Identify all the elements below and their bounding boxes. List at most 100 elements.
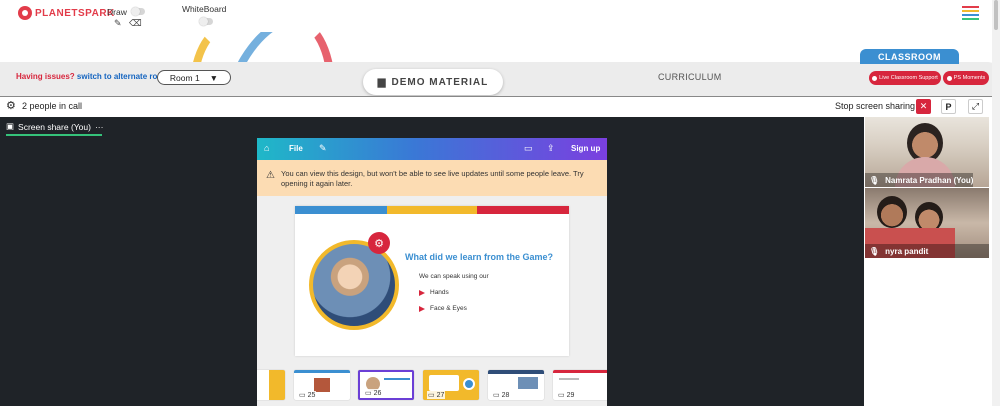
tab-underline: [6, 134, 102, 136]
caret-down-icon: ▼: [209, 72, 219, 83]
slide-thumbnail[interactable]: ▭ 25: [294, 370, 350, 400]
thumb-number: ▭ 26: [364, 389, 383, 397]
canva-toolbar: ⌂ File ✎ ▭ ⇪ Sign up: [257, 138, 607, 160]
thumb-art: [553, 370, 607, 373]
issues-label: Having issues?: [16, 72, 75, 81]
triangle-bullet-icon: [419, 289, 425, 296]
draw-label: Draw: [107, 7, 127, 17]
room-select[interactable]: Room 1 ▼: [157, 70, 231, 85]
slide-bullet: Hands: [419, 289, 449, 296]
microphone-icon: 🎙: [869, 246, 880, 256]
eraser-icon[interactable]: ⌫: [129, 18, 142, 29]
classroom-tab[interactable]: CLASSROOM: [860, 49, 959, 64]
slide-stripe: [295, 206, 387, 214]
thumb-number-value: 29: [566, 392, 575, 399]
call-bar: ⚙ 2 people in call Stop screen sharing ✕…: [0, 96, 992, 117]
gear-icon[interactable]: ⚙: [6, 99, 16, 112]
thumb-number: ▭ 27: [427, 391, 446, 399]
view-only-notice: ⚠ You can view this design, but won't be…: [257, 160, 607, 196]
expand-icon[interactable]: ⤢: [968, 99, 983, 114]
switch-room-link[interactable]: switch to alternate room: [77, 72, 169, 81]
thumb-art: [314, 378, 330, 392]
gear-icon: ⚙: [368, 232, 390, 254]
more-icon[interactable]: ···: [95, 122, 104, 132]
thumb-number: ▭ 29: [557, 391, 576, 399]
present-icon[interactable]: ▭: [524, 143, 533, 154]
menu-line: [962, 18, 979, 20]
screen-share-tab[interactable]: ▣ Screen share (You) ···: [6, 121, 103, 132]
plus-icon: [946, 75, 952, 81]
folder-icon: ▆: [377, 76, 387, 88]
thumb-number-value: 25: [307, 392, 316, 399]
signup-button[interactable]: Sign up: [571, 144, 600, 153]
issues-text: Having issues? switch to alternate room: [16, 72, 169, 81]
thumb-art: [269, 370, 285, 400]
pencil-icon[interactable]: ✎: [114, 18, 122, 29]
scrollbar-thumb[interactable]: [994, 0, 998, 30]
participant-name: nyra pandit: [885, 246, 929, 256]
bullet-text: Face & Eyes: [430, 305, 467, 312]
ps-moments-button[interactable]: PS Moments: [943, 71, 989, 85]
stop-sharing-button[interactable]: ✕: [916, 99, 931, 114]
ps-moments-label: PS Moments: [953, 75, 986, 81]
menu-icon[interactable]: [962, 6, 979, 22]
boy-photo: [309, 240, 399, 330]
plus-icon: [872, 75, 878, 81]
share-icon[interactable]: ⇪: [547, 143, 555, 154]
slide-stripe: [477, 206, 569, 214]
demo-material-label: DEMO MATERIAL: [391, 76, 489, 88]
thumb-number-value: 27: [436, 392, 445, 399]
pin-button[interactable]: P: [941, 99, 956, 114]
curriculum-tab[interactable]: CURRICULUM: [658, 72, 722, 82]
menu-line: [962, 10, 979, 12]
participant-video[interactable]: 🎙 nyra pandit: [865, 188, 989, 258]
microphone-icon: 🎙: [869, 175, 880, 185]
top-bar: PLANETSPARK Draw ✎ ⌫ WhiteBoard: [0, 0, 1000, 32]
warning-icon: ⚠: [266, 170, 275, 181]
slide-thumbnail[interactable]: ▭ 28: [488, 370, 544, 400]
slide-thumbnail[interactable]: ▭ 29: [553, 370, 607, 400]
menu-line: [962, 14, 979, 16]
screen-icon: ▣: [6, 121, 15, 131]
thumb-art: [488, 370, 544, 374]
demo-material-button[interactable]: ▆ DEMO MATERIAL: [363, 69, 503, 95]
thumb-art: [384, 378, 410, 380]
live-support-label: Live Classroom Support: [879, 75, 938, 81]
room-value: Room 1: [169, 72, 200, 83]
file-menu[interactable]: File: [289, 144, 303, 153]
slide-bullet: Face & Eyes: [419, 305, 467, 312]
brand-logo: PLANETSPARK: [18, 6, 115, 20]
shared-design-view: ⌂ File ✎ ▭ ⇪ Sign up ⚠ You can view this…: [257, 138, 607, 406]
page-scrollbar[interactable]: [992, 0, 1000, 406]
bullet-text: Hands: [430, 289, 449, 296]
draw-toggle[interactable]: [131, 7, 145, 16]
slide-thumbnail-selected[interactable]: ▭ 26: [358, 370, 414, 400]
slide-subtitle: We can speak using our: [419, 273, 489, 280]
thumb-art: [559, 378, 579, 380]
thumb-number-value: 28: [501, 392, 510, 399]
whiteboard-label: WhiteBoard: [182, 4, 227, 14]
slide-thumbnail[interactable]: [257, 370, 285, 400]
whiteboard-toggle[interactable]: [199, 17, 213, 26]
people-count: 2 people in call: [22, 101, 83, 111]
thumb-number-value: 26: [373, 390, 382, 397]
triangle-bullet-icon: [419, 305, 425, 312]
participant-name-bar: 🎙 nyra pandit: [865, 244, 989, 258]
participant-name-bar: 🎙 Namrata Pradhan (You): [865, 173, 974, 187]
participant-name: Namrata Pradhan (You): [885, 175, 974, 185]
slide-thumbnail[interactable]: ▭ 27: [423, 370, 479, 400]
participant-face: [877, 196, 907, 228]
brand-name: PLANETSPARK: [35, 7, 115, 19]
thumb-number: ▭ 25: [298, 391, 317, 399]
slide-stripe: [387, 206, 477, 214]
participant-video[interactable]: 🎙 Namrata Pradhan (You): [865, 117, 989, 187]
thumb-art: [518, 377, 538, 389]
live-support-button[interactable]: Live Classroom Support: [869, 71, 941, 85]
home-icon[interactable]: ⌂: [264, 143, 269, 153]
pencil-icon[interactable]: ✎: [319, 143, 327, 154]
thumb-art: [429, 375, 459, 391]
thumb-number: ▭ 28: [492, 391, 511, 399]
stop-sharing-label: Stop screen sharing: [835, 101, 916, 111]
slide-title: What did we learn from the Game?: [405, 252, 554, 262]
screen-share-label: Screen share (You): [18, 121, 91, 132]
